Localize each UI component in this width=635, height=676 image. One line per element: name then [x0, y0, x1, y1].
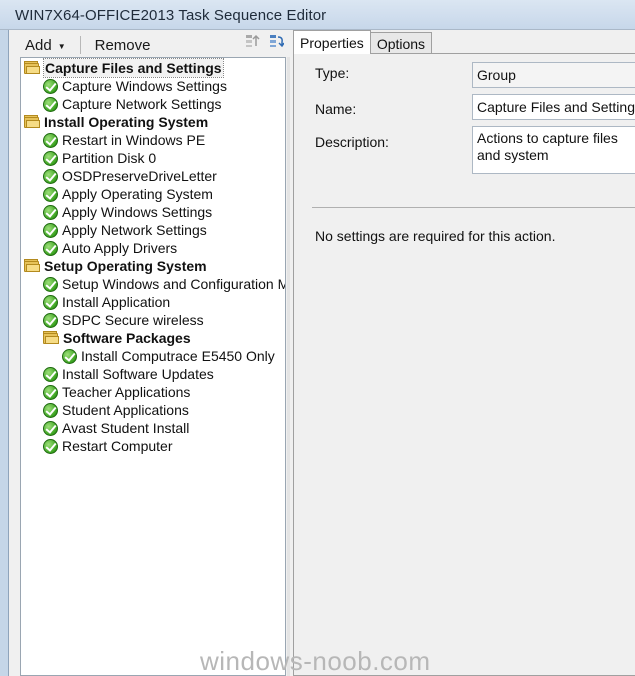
checkmark-icon	[43, 312, 58, 328]
remove-button[interactable]: Remove	[89, 34, 157, 56]
tree-step[interactable]: Install Computrace E5450 Only	[62, 347, 275, 365]
tree-step[interactable]: Partition Disk 0	[43, 149, 156, 167]
type-label: Type:	[315, 65, 350, 81]
tree-item-label: Install Operating System	[44, 114, 209, 130]
tree-item-label: Auto Apply Drivers	[62, 240, 178, 256]
tree-item-label: Install Computrace E5450 Only	[81, 348, 275, 364]
tree-step[interactable]: Setup Windows and Configuration Ma	[43, 275, 286, 293]
checkmark-icon	[43, 294, 58, 310]
tab-options[interactable]: Options	[369, 32, 433, 54]
tree-item-label: Setup Windows and Configuration Ma	[62, 276, 286, 292]
checkmark-icon	[43, 96, 58, 112]
tree-item-label: Teacher Applications	[62, 384, 191, 400]
tree-step[interactable]: Restart in Windows PE	[43, 131, 205, 149]
checkmark-icon	[43, 150, 58, 166]
checkmark-icon	[43, 402, 58, 418]
chevron-down-icon: ▼	[57, 41, 66, 51]
add-menu-button[interactable]: Add ▼	[19, 34, 72, 56]
checkmark-icon	[43, 78, 58, 94]
task-sequence-tree[interactable]: Capture Files and Settings Capture Windo…	[20, 57, 286, 676]
window-body: Add ▼ Remove Capture Files and Settings …	[8, 30, 635, 676]
tree-step[interactable]: OSDPreserveDriveLetter	[43, 167, 217, 185]
no-settings-note: No settings are required for this action…	[315, 228, 556, 244]
description-label: Description:	[315, 134, 389, 150]
tree-step[interactable]: Install Software Updates	[43, 365, 214, 383]
name-field[interactable]: Capture Files and Settings	[472, 94, 635, 120]
checkmark-icon	[43, 222, 58, 238]
tree-item-label: Software Packages	[63, 330, 191, 346]
tree-step[interactable]: Apply Operating System	[43, 185, 213, 203]
description-field[interactable]: Actions to capture files and system	[472, 126, 635, 174]
checkmark-icon	[43, 420, 58, 436]
folder-icon	[43, 331, 59, 345]
tree-item-label: Install Software Updates	[62, 366, 214, 382]
tree-group[interactable]: Install Operating System	[24, 113, 208, 131]
checkmark-icon	[43, 132, 58, 148]
tree-item-label: Setup Operating System	[44, 258, 207, 274]
move-down-icon[interactable]	[268, 33, 285, 49]
title-bar: WIN7X64-OFFICE2013 Task Sequence Editor	[0, 0, 635, 30]
type-field: Group	[472, 62, 635, 88]
tree-step[interactable]: SDPC Secure wireless	[43, 311, 204, 329]
tree-item-label: Restart in Windows PE	[62, 132, 206, 148]
tab-properties[interactable]: Properties	[293, 30, 371, 54]
tree-item-label: Apply Windows Settings	[62, 204, 213, 220]
watermark: windows-noob.com	[200, 646, 431, 676]
tree-item-label: Restart Computer	[62, 438, 173, 454]
checkmark-icon	[43, 438, 58, 454]
tree-item-label: Capture Network Settings	[62, 96, 222, 112]
checkmark-icon	[43, 366, 58, 382]
tree-item-label: Install Application	[62, 294, 171, 310]
checkmark-icon	[43, 384, 58, 400]
tree-group[interactable]: Setup Operating System	[24, 257, 207, 275]
tree-group[interactable]: Capture Files and Settings	[24, 58, 224, 78]
tree-step[interactable]: Capture Windows Settings	[43, 77, 227, 95]
pane-splitter[interactable]	[287, 57, 290, 676]
tree-item-label: Capture Files and Settings	[43, 58, 224, 78]
checkmark-icon	[43, 186, 58, 202]
folder-icon	[24, 259, 40, 273]
properties-panel: Type: Group Name: Capture Files and Sett…	[293, 53, 635, 676]
checkmark-icon	[43, 276, 58, 292]
add-button-label: Add	[25, 36, 52, 54]
tree-item-label: Apply Network Settings	[62, 222, 207, 238]
tree-step[interactable]: Apply Network Settings	[43, 221, 207, 239]
toolbar-icons	[244, 33, 285, 49]
tree-step[interactable]: Restart Computer	[43, 437, 172, 455]
window-title: WIN7X64-OFFICE2013 Task Sequence Editor	[15, 7, 327, 24]
tree-item-label: SDPC Secure wireless	[62, 312, 204, 328]
move-up-icon[interactable]	[244, 33, 260, 49]
checkmark-icon	[62, 348, 77, 364]
tree-step[interactable]: Install Application	[43, 293, 170, 311]
folder-icon	[24, 61, 40, 75]
tree-step[interactable]: Teacher Applications	[43, 383, 190, 401]
properties-tabs: Properties Options	[293, 30, 433, 54]
tree-item-label: Partition Disk 0	[62, 150, 157, 166]
checkmark-icon	[43, 204, 58, 220]
tree-group[interactable]: Software Packages	[43, 329, 191, 347]
tree-item-label: Capture Windows Settings	[62, 78, 227, 94]
divider	[312, 207, 635, 208]
tree-step[interactable]: Capture Network Settings	[43, 95, 222, 113]
tree-item-label: Avast Student Install	[62, 420, 190, 436]
tree-step[interactable]: Apply Windows Settings	[43, 203, 212, 221]
folder-icon	[24, 115, 40, 129]
checkmark-icon	[43, 168, 58, 184]
toolbar-separator	[79, 36, 81, 54]
tree-item-label: Apply Operating System	[62, 186, 213, 202]
name-label: Name:	[315, 101, 357, 117]
tree-item-label: OSDPreserveDriveLetter	[62, 168, 217, 184]
tree-item-label: Student Applications	[62, 402, 189, 418]
tree-step[interactable]: Student Applications	[43, 401, 189, 419]
tree-step[interactable]: Auto Apply Drivers	[43, 239, 177, 257]
tree-step[interactable]: Avast Student Install	[43, 419, 189, 437]
checkmark-icon	[43, 240, 58, 256]
